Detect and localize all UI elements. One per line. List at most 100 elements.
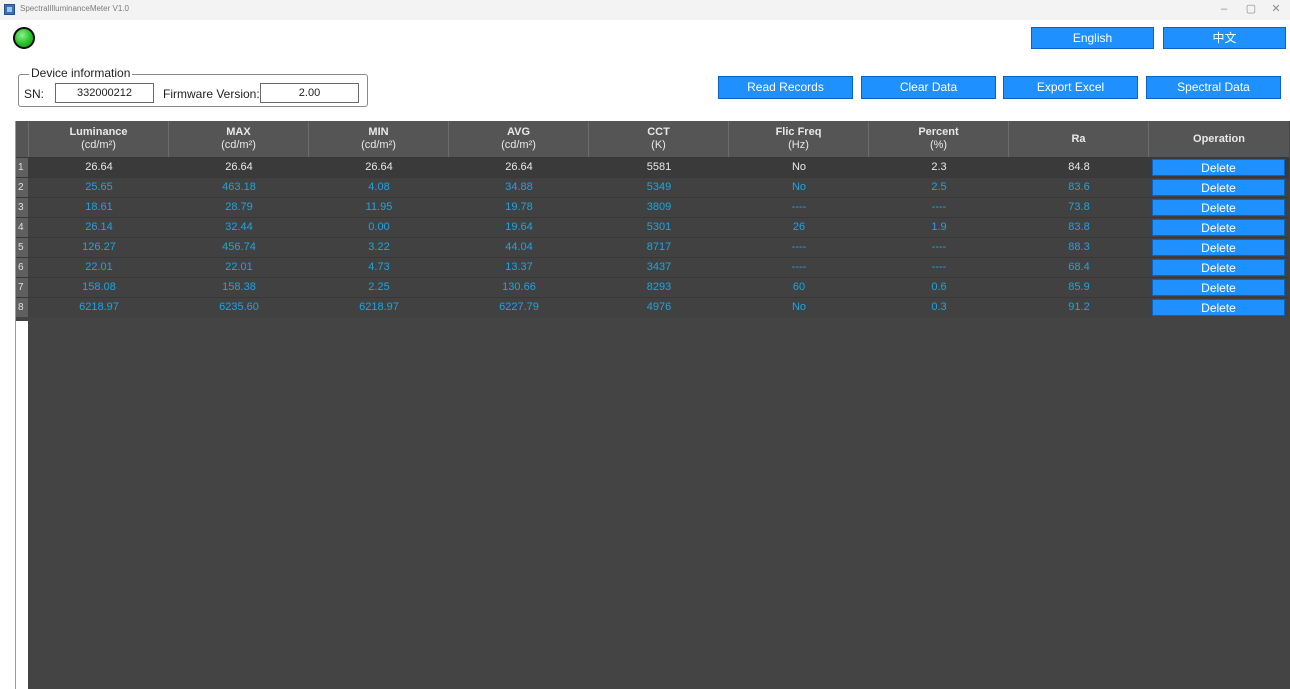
table-row[interactable]: 3 18.61 28.79 11.95 19.78 3809 ---- ----… bbox=[16, 197, 1289, 217]
app-icon bbox=[4, 4, 15, 15]
maximize-button[interactable]: ▢ bbox=[1241, 2, 1261, 16]
records-table[interactable]: Luminance (cd/m²) MAX (cd/m²) MIN (cd/m²… bbox=[15, 121, 1290, 689]
header-unit: (Hz) bbox=[788, 139, 809, 151]
cct-header[interactable]: CCT (K) bbox=[589, 121, 729, 157]
header-unit: (K) bbox=[651, 139, 666, 151]
max-header[interactable]: MAX (cd/m²) bbox=[169, 121, 309, 157]
header-unit: (cd/m²) bbox=[221, 139, 256, 151]
avg-cell: 6227.79 bbox=[499, 301, 539, 313]
cct-cell: 3437 bbox=[646, 261, 672, 273]
ra-header[interactable]: Ra bbox=[1009, 121, 1149, 157]
percent-cell: 2.3 bbox=[931, 161, 947, 173]
device-information-legend: Device information bbox=[29, 66, 133, 80]
delete-button[interactable]: Delete bbox=[1152, 299, 1285, 316]
header-label: Flic Freq bbox=[775, 126, 822, 138]
max-cell: 26.64 bbox=[225, 161, 253, 173]
header-label: Operation bbox=[1193, 132, 1245, 145]
sn-field: 332000212 bbox=[55, 83, 154, 103]
percent-cell: ---- bbox=[931, 241, 947, 253]
percent-header[interactable]: Percent (%) bbox=[869, 121, 1009, 157]
max-cell: 32.44 bbox=[225, 221, 253, 233]
table-row[interactable]: 2 25.65 463.18 4.08 34.88 5349 No 2.5 83… bbox=[16, 177, 1289, 197]
luminance-cell: 6218.97 bbox=[79, 301, 119, 313]
luminance-cell: 22.01 bbox=[85, 261, 113, 273]
table-row[interactable]: 6 22.01 22.01 4.73 13.37 3437 ---- ---- … bbox=[16, 257, 1289, 277]
ra-cell: 84.8 bbox=[1068, 161, 1090, 173]
header-unit: (cd/m²) bbox=[501, 139, 536, 151]
luminance-cell: 25.65 bbox=[85, 181, 113, 193]
cct-cell: 4976 bbox=[646, 301, 672, 313]
minimize-button[interactable]: – bbox=[1214, 2, 1234, 16]
avg-header[interactable]: AVG (cd/m²) bbox=[449, 121, 589, 157]
read-records-button[interactable]: Read Records bbox=[718, 76, 853, 99]
avg-cell: 34.88 bbox=[505, 181, 533, 193]
table-row[interactable]: 5 126.27 456.74 3.22 44.04 8717 ---- ---… bbox=[16, 237, 1289, 257]
luminance-header[interactable]: Luminance (cd/m²) bbox=[29, 121, 169, 157]
ra-cell: 83.6 bbox=[1068, 181, 1090, 193]
row-number: 7 bbox=[16, 278, 28, 297]
flic-freq-header[interactable]: Flic Freq (Hz) bbox=[729, 121, 869, 157]
min-cell: 6218.97 bbox=[359, 301, 399, 313]
delete-button[interactable]: Delete bbox=[1152, 239, 1285, 256]
flic-freq-cell: 26 bbox=[792, 221, 806, 233]
percent-cell: 0.6 bbox=[931, 281, 947, 293]
flic-freq-cell: No bbox=[791, 161, 807, 173]
delete-button[interactable]: Delete bbox=[1152, 199, 1285, 216]
percent-cell: 2.5 bbox=[931, 181, 947, 193]
delete-button[interactable]: Delete bbox=[1152, 159, 1285, 176]
avg-cell: 19.78 bbox=[505, 201, 533, 213]
row-number: 5 bbox=[16, 238, 28, 257]
table-row[interactable]: 7 158.08 158.38 2.25 130.66 8293 60 0.6 … bbox=[16, 277, 1289, 297]
spectral-data-button[interactable]: Spectral Data bbox=[1146, 76, 1281, 99]
percent-cell: ---- bbox=[931, 261, 947, 273]
header-unit: (%) bbox=[929, 139, 948, 151]
row-number-header bbox=[16, 121, 29, 157]
table-row[interactable]: 1 26.64 26.64 26.64 26.64 5581 No 2.3 84… bbox=[16, 157, 1289, 177]
chinese-language-button[interactable]: 中文 bbox=[1163, 27, 1286, 49]
header-label: Luminance bbox=[69, 126, 128, 138]
table-row[interactable]: 4 26.14 32.44 0.00 19.64 5301 26 1.9 83.… bbox=[16, 217, 1289, 237]
ra-cell: 73.8 bbox=[1068, 201, 1090, 213]
row-number: 8 bbox=[16, 298, 28, 317]
flic-freq-cell: ---- bbox=[791, 201, 807, 213]
delete-button[interactable]: Delete bbox=[1152, 259, 1285, 276]
title-bar: SpectralIlluminanceMeter V1.0 – ▢ ✕ bbox=[0, 0, 1290, 20]
luminance-cell: 126.27 bbox=[82, 241, 116, 253]
min-cell: 3.22 bbox=[368, 241, 390, 253]
row-number: 2 bbox=[16, 178, 28, 197]
max-cell: 456.74 bbox=[222, 241, 256, 253]
row-number: 6 bbox=[16, 258, 28, 277]
window-title: SpectralIlluminanceMeter V1.0 bbox=[20, 4, 129, 13]
row-number: 4 bbox=[16, 218, 28, 237]
header-unit: (cd/m²) bbox=[361, 139, 396, 151]
flic-freq-cell: No bbox=[791, 181, 807, 193]
ra-cell: 68.4 bbox=[1068, 261, 1090, 273]
cct-cell: 8717 bbox=[646, 241, 672, 253]
avg-cell: 130.66 bbox=[502, 281, 536, 293]
close-button[interactable]: ✕ bbox=[1266, 2, 1286, 16]
avg-cell: 44.04 bbox=[505, 241, 533, 253]
flic-freq-cell: 60 bbox=[792, 281, 806, 293]
delete-button[interactable]: Delete bbox=[1152, 219, 1285, 236]
english-language-button[interactable]: English bbox=[1031, 27, 1154, 49]
cct-cell: 5581 bbox=[646, 161, 672, 173]
min-header[interactable]: MIN (cd/m²) bbox=[309, 121, 449, 157]
max-cell: 22.01 bbox=[225, 261, 253, 273]
delete-button[interactable]: Delete bbox=[1152, 179, 1285, 196]
max-cell: 6235.60 bbox=[219, 301, 259, 313]
connection-status-icon bbox=[13, 27, 35, 49]
sn-label: SN: bbox=[24, 87, 45, 101]
export-excel-button[interactable]: Export Excel bbox=[1003, 76, 1138, 99]
table-row[interactable]: 8 6218.97 6235.60 6218.97 6227.79 4976 N… bbox=[16, 297, 1289, 317]
row-header-empty-area bbox=[16, 321, 28, 689]
firmware-version-label: Firmware Version: bbox=[163, 87, 260, 101]
avg-cell: 19.64 bbox=[505, 221, 533, 233]
delete-button[interactable]: Delete bbox=[1152, 279, 1285, 296]
max-cell: 463.18 bbox=[222, 181, 256, 193]
flic-freq-cell: ---- bbox=[791, 241, 807, 253]
ra-cell: 85.9 bbox=[1068, 281, 1090, 293]
avg-cell: 26.64 bbox=[505, 161, 533, 173]
percent-cell: 0.3 bbox=[931, 301, 947, 313]
clear-data-button[interactable]: Clear Data bbox=[861, 76, 996, 99]
header-label: Ra bbox=[1071, 132, 1086, 145]
